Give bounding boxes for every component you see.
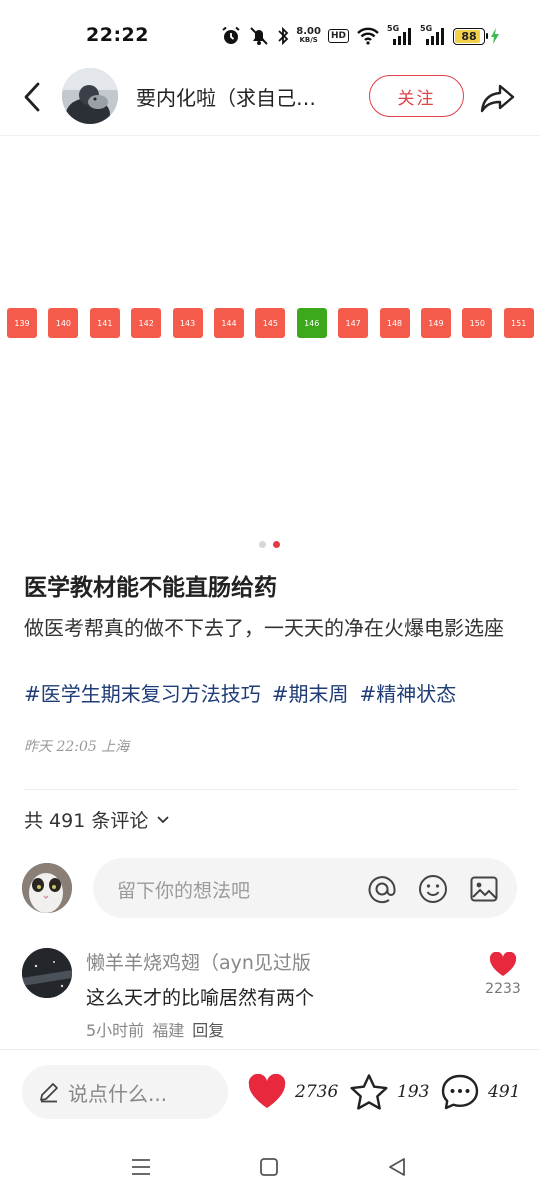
net-speed: 8.00 KB/S: [296, 26, 321, 45]
seat: 151: [503, 308, 534, 338]
page-dot: [273, 541, 280, 548]
seat: 145: [255, 308, 286, 338]
seat: 140: [48, 308, 79, 338]
signal-sim1-icon: 5G: [387, 24, 413, 46]
battery-indicator: 88: [453, 27, 500, 45]
say-something-input[interactable]: 说点什么...: [22, 1065, 228, 1119]
post-tags: #医学生期末复习方法技巧 #期末周 #精神状态: [24, 678, 456, 711]
post-body: 做医考帮真的做不下去了，一天天的净在火爆电影选座: [24, 616, 504, 640]
action-bar: 说点什么... 2736 193 491: [0, 1049, 540, 1137]
collect-button[interactable]: 193: [349, 1070, 429, 1114]
follow-button[interactable]: 关注: [369, 75, 464, 117]
tag-link[interactable]: #精神状态: [360, 678, 457, 711]
charging-icon: [491, 28, 499, 44]
alarm-icon: [221, 26, 241, 46]
commenter-avatar[interactable]: [22, 948, 72, 998]
back-button[interactable]: [18, 78, 46, 116]
status-time: 22:22: [86, 24, 149, 46]
seat: 139: [7, 308, 37, 338]
home-button[interactable]: [256, 1154, 282, 1180]
mention-icon[interactable]: [365, 872, 399, 906]
tag-link[interactable]: #期末周: [272, 678, 349, 711]
seat: 143: [172, 308, 203, 338]
comment-time: 5小时前: [86, 1021, 145, 1040]
net-speed-unit: KB/S: [299, 36, 318, 44]
image-page-indicator: [259, 541, 280, 548]
back-triangle-icon: [389, 1158, 405, 1176]
post-meta: 昨天 22:05 上海: [24, 739, 130, 755]
like-count: 2736: [295, 1082, 339, 1102]
post-image[interactable]: 139 140 141 142 143 144 145 146 147 148 149 150 151: [0, 137, 540, 557]
heart-filled-icon: [489, 952, 517, 976]
comment-item: 懒羊羊烧鸡翅（ayn见过版 这么天才的比喻居然有两个 5小时前 福建 回复 22…: [0, 944, 540, 1044]
share-button[interactable]: [478, 78, 518, 118]
comment-location: 福建: [152, 1021, 185, 1040]
comment-text: 这么天才的比喻居然有两个: [86, 987, 315, 1009]
collect-count: 193: [397, 1082, 430, 1102]
system-nav-bar: [0, 1140, 540, 1199]
bluetooth-icon: [277, 26, 289, 46]
comment-button[interactable]: 491: [440, 1070, 520, 1114]
pencil-icon: [40, 1083, 58, 1103]
commenter-name[interactable]: 懒羊羊烧鸡翅（ayn见过版: [86, 948, 311, 975]
author-avatar[interactable]: [62, 68, 118, 124]
chevron-down-icon: [157, 815, 169, 823]
net-speed-value: 8.00: [296, 26, 321, 37]
comment-count-label: 共 491 条评论: [24, 810, 149, 832]
star-icon: [350, 1074, 388, 1110]
post-title: 医学教材能不能直肠给药: [24, 575, 277, 601]
my-avatar: [22, 863, 72, 913]
seat: 148: [379, 308, 410, 338]
post-header: 要内化啦（求自己… 关注: [0, 60, 540, 136]
emoji-icon[interactable]: [416, 872, 450, 906]
seat-row: 139 140 141 142 143 144 145 146 147 148 149 150 151: [7, 308, 534, 338]
menu-icon: [132, 1159, 150, 1175]
seat: 142: [131, 308, 162, 338]
like-button[interactable]: 2736: [247, 1070, 338, 1114]
comment-meta: 5小时前 福建 回复: [86, 1017, 224, 1041]
home-square-icon: [260, 1158, 278, 1176]
seat: 144: [213, 308, 244, 338]
wifi-icon: [356, 27, 380, 45]
heart-filled-icon: [248, 1074, 286, 1108]
comment-input-placeholder: 留下你的想法吧: [117, 880, 251, 902]
comment-like-count: 2233: [485, 981, 521, 997]
system-back-button[interactable]: [384, 1154, 410, 1180]
seat: 150: [462, 308, 493, 338]
status-icons: 8.00 KB/S HD 5G 5G 88: [221, 22, 500, 50]
seat: 141: [89, 308, 120, 338]
back-arrow-icon: [24, 82, 40, 112]
say-something-placeholder: 说点什么...: [68, 1081, 168, 1106]
seat-selected: 146: [296, 308, 327, 338]
reply-button[interactable]: 回复: [192, 1017, 224, 1041]
page-dot: [259, 541, 266, 548]
comment-count: 491: [488, 1082, 521, 1102]
signal-sim2-icon: 5G: [420, 24, 446, 46]
hd-badge: HD: [327, 29, 349, 43]
author-name[interactable]: 要内化啦（求自己…: [136, 82, 346, 111]
comment-input[interactable]: 留下你的想法吧: [93, 858, 517, 918]
comment-count-toggle[interactable]: 共 491 条评论: [24, 806, 170, 833]
comment-bubble-icon: [441, 1074, 479, 1110]
battery-level: 88: [461, 29, 477, 43]
seat: 147: [338, 308, 369, 338]
image-icon[interactable]: [467, 872, 501, 906]
comment-like-button[interactable]: 2233: [482, 952, 524, 997]
menu-button[interactable]: [128, 1154, 154, 1180]
mute-bell-icon: [248, 26, 270, 46]
tag-link[interactable]: #医学生期末复习方法技巧: [24, 678, 261, 711]
share-icon: [480, 84, 515, 113]
divider: [24, 789, 518, 790]
seat: 149: [420, 308, 451, 338]
